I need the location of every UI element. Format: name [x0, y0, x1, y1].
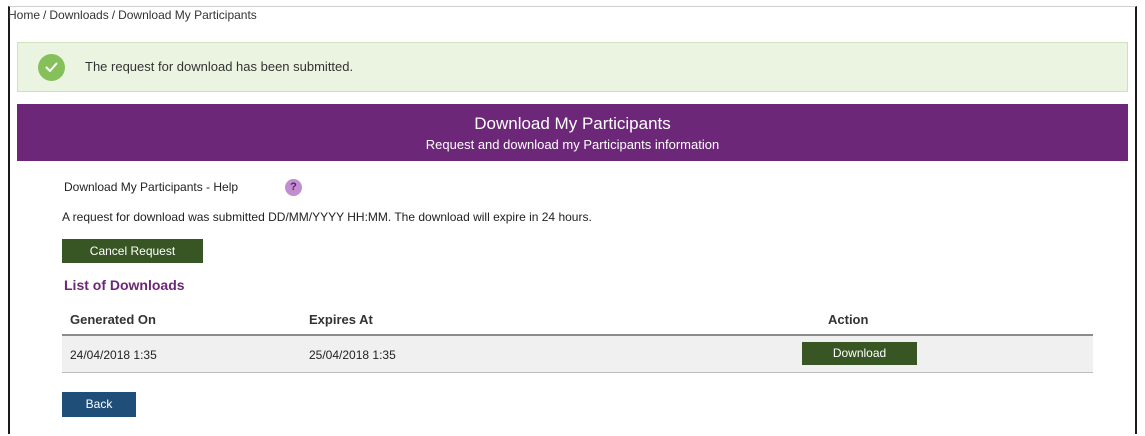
column-header-expires-at: Expires At: [309, 312, 373, 327]
breadcrumb-separator: /: [43, 8, 47, 22]
alert-message: The request for download has been submit…: [85, 59, 354, 74]
downloads-table: Generated On Expires At Action 24/04/201…: [62, 306, 1093, 373]
request-info-text: A request for download was submitted DD/…: [62, 210, 592, 224]
table-header: Generated On Expires At Action: [62, 306, 1093, 336]
breadcrumb: Home / Downloads / Download My Participants: [8, 8, 257, 22]
check-circle-icon: [38, 54, 65, 81]
column-header-generated-on: Generated On: [70, 312, 156, 327]
downloads-list-title: List of Downloads: [64, 277, 185, 293]
success-alert: The request for download has been submit…: [17, 42, 1128, 92]
download-button[interactable]: Download: [802, 342, 917, 365]
generated-on-cell: 24/04/2018 1:35: [70, 348, 157, 362]
breadcrumb-current: Download My Participants: [118, 8, 257, 22]
breadcrumb-home-link[interactable]: Home: [8, 8, 40, 22]
breadcrumb-downloads-link[interactable]: Downloads: [49, 8, 108, 22]
breadcrumb-separator: /: [111, 8, 116, 22]
column-header-action: Action: [828, 312, 869, 327]
cancel-request-button[interactable]: Cancel Request: [62, 239, 203, 263]
help-label: Download My Participants - Help: [64, 180, 239, 194]
page-subtitle: Request and download my Participants inf…: [425, 137, 720, 152]
back-button[interactable]: Back: [62, 392, 136, 417]
help-icon[interactable]: ?: [285, 179, 302, 196]
page-title: Download My Participants: [474, 114, 671, 133]
table-row: 24/04/2018 1:35 25/04/2018 1:35 Download: [62, 336, 1093, 373]
page-header-banner: Download My Participants Request and dow…: [17, 104, 1128, 161]
expires-at-cell: 25/04/2018 1:35: [309, 348, 396, 362]
